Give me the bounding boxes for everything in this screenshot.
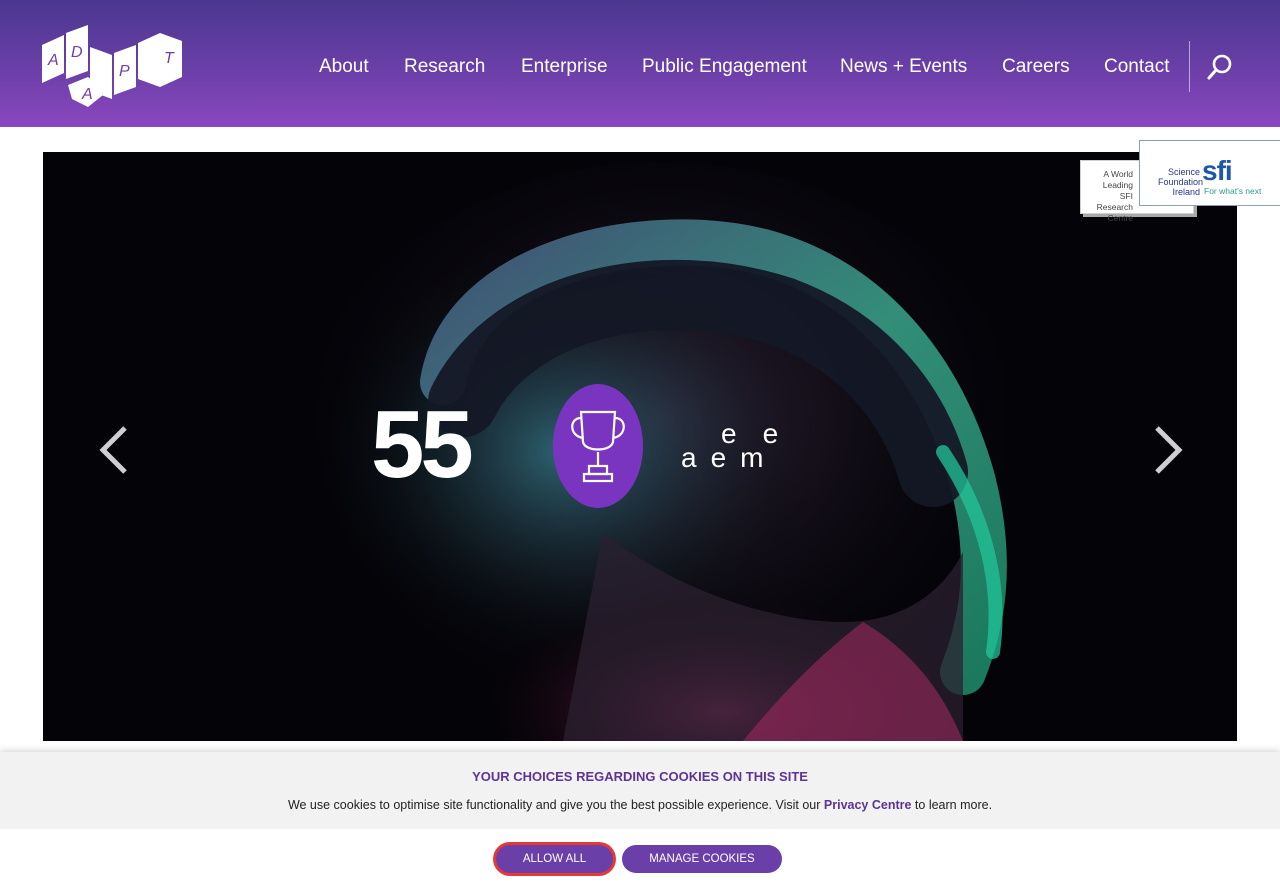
hero-big-number: 55 — [371, 391, 474, 498]
cookie-banner: YOUR CHOICES REGARDING COOKIES ON THIS S… — [0, 752, 1280, 887]
trophy-icon — [553, 384, 643, 508]
nav-news-events[interactable]: News + Events — [840, 56, 967, 78]
nav-about[interactable]: About — [319, 56, 369, 78]
nav-research[interactable]: Research — [404, 56, 485, 78]
sfi-tagline: For what's next — [1204, 186, 1262, 196]
cookie-title: YOUR CHOICES REGARDING COOKIES ON THIS S… — [472, 769, 808, 784]
privacy-centre-link[interactable]: Privacy Centre — [824, 798, 912, 812]
svg-text:A: A — [81, 86, 93, 103]
sfi-logo[interactable]: Science Foundation Ireland sfi For what'… — [1139, 140, 1280, 206]
hero-tagline: ee aem — [679, 418, 799, 474]
main-nav: About Research Enterprise Public Engagem… — [0, 56, 1180, 78]
nav-enterprise[interactable]: Enterprise — [521, 56, 608, 78]
sfi-mark: sfi — [1202, 155, 1233, 186]
allow-all-button[interactable]: ALLOW ALL — [496, 845, 613, 873]
site-header: A D A P T About Research Enterprise Publ… — [0, 0, 1280, 127]
nav-contact[interactable]: Contact — [1104, 56, 1169, 78]
world-leading-text: A World Leading SFI Research Centre — [1096, 169, 1133, 223]
chevron-right-icon[interactable] — [1143, 422, 1187, 478]
manage-cookies-button[interactable]: MANAGE COOKIES — [622, 845, 782, 873]
cookie-text: We use cookies to optimise site function… — [287, 798, 993, 812]
search-icon[interactable] — [1206, 53, 1234, 81]
nav-careers[interactable]: Careers — [1002, 56, 1070, 78]
chevron-left-icon[interactable] — [95, 422, 139, 478]
hero-carousel: 55 ee aem — [43, 152, 1237, 741]
nav-divider — [1189, 41, 1190, 92]
nav-public-engagement[interactable]: Public Engagement — [642, 56, 807, 78]
hero-tagline-line2: aem — [681, 442, 778, 473]
sfi-name: Science Foundation Ireland — [1158, 167, 1204, 197]
